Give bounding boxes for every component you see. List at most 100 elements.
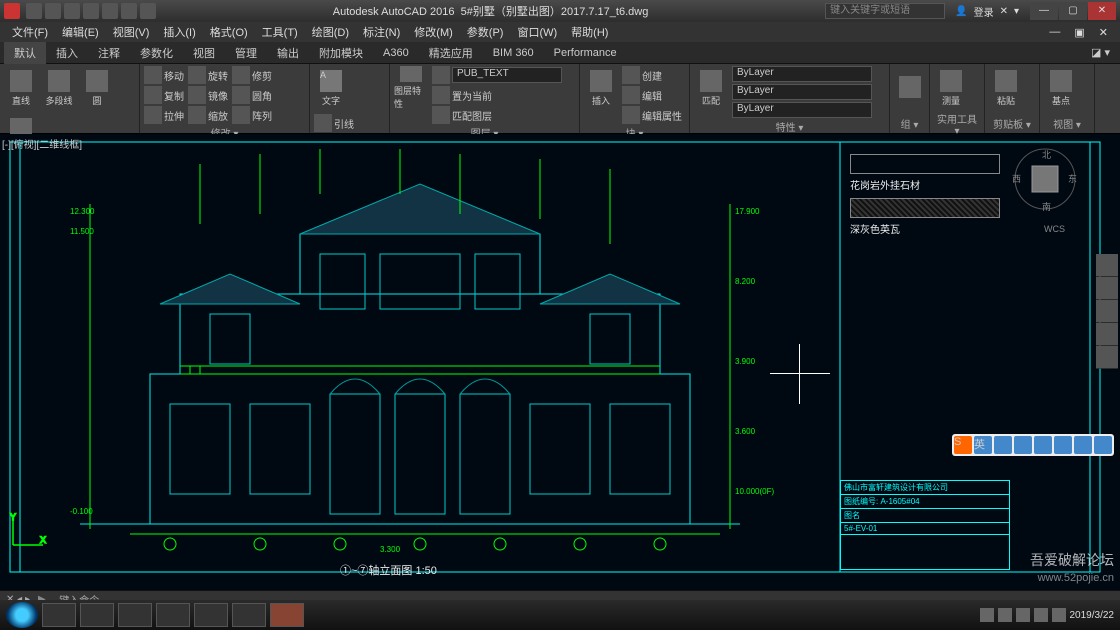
- ime-menu-icon[interactable]: [1094, 436, 1112, 454]
- showmotion-icon[interactable]: [1096, 346, 1118, 368]
- orbit-icon[interactable]: [1096, 323, 1118, 345]
- create-block-button[interactable]: 创建: [622, 66, 682, 84]
- match-props-button[interactable]: 匹配: [694, 66, 728, 110]
- ltype-combo[interactable]: ByLayer: [732, 102, 872, 118]
- zoom-extents-icon[interactable]: [1096, 300, 1118, 322]
- tray-clock[interactable]: 2019/3/22: [1070, 610, 1115, 621]
- dimension-button[interactable]: 引线: [314, 114, 354, 132]
- taskbar-chrome-icon[interactable]: [118, 603, 152, 627]
- taskbar-app2-icon[interactable]: [194, 603, 228, 627]
- tab-manage[interactable]: 管理: [225, 42, 267, 64]
- make-current-icon[interactable]: [432, 86, 450, 104]
- panel-prop-label[interactable]: 特性 ▾: [694, 118, 885, 134]
- tray-network-icon[interactable]: [998, 608, 1012, 622]
- exchange-icon[interactable]: ✕: [1000, 6, 1008, 17]
- taskbar-app1-icon[interactable]: [156, 603, 190, 627]
- fillet-button[interactable]: 圆角: [232, 86, 272, 104]
- circle-button[interactable]: 圆: [80, 66, 114, 110]
- maximize-button[interactable]: ▢: [1059, 2, 1087, 20]
- tray-app-icon[interactable]: [1052, 608, 1066, 622]
- drawing-area[interactable]: [-][俯视][二维线框]: [0, 134, 1120, 590]
- menu-edit[interactable]: 编辑(E): [56, 24, 105, 40]
- group-button[interactable]: [894, 66, 925, 110]
- tab-parametric[interactable]: 参数化: [130, 42, 183, 64]
- insert-block-button[interactable]: 插入: [584, 66, 618, 110]
- panel-util-label[interactable]: 实用工具 ▾: [934, 110, 980, 137]
- menu-dim[interactable]: 标注(N): [357, 24, 406, 40]
- help-search-input[interactable]: 键入关键字或短语: [825, 3, 945, 19]
- edit-attr-button[interactable]: 编辑属性: [622, 106, 682, 124]
- tab-annotate[interactable]: 注释: [88, 42, 130, 64]
- viewport-label[interactable]: [-][俯视][二维线框]: [2, 136, 82, 151]
- make-current-button[interactable]: 置为当前: [452, 88, 492, 103]
- rotate-button[interactable]: 旋转: [188, 66, 228, 84]
- layerstate-icon[interactable]: [432, 66, 450, 84]
- tray-volume-icon[interactable]: [1016, 608, 1030, 622]
- start-button[interactable]: [6, 602, 38, 628]
- tray-shield-icon[interactable]: [1034, 608, 1048, 622]
- trim-button[interactable]: 修剪: [232, 66, 272, 84]
- taskbar-ie-icon[interactable]: [42, 603, 76, 627]
- ime-emoji-icon[interactable]: [1014, 436, 1032, 454]
- tab-insert[interactable]: 插入: [46, 42, 88, 64]
- ime-lang-icon[interactable]: 英: [974, 436, 992, 454]
- open-icon[interactable]: [45, 3, 61, 19]
- menu-modify[interactable]: 修改(M): [408, 24, 459, 40]
- tab-featured[interactable]: 精选应用: [419, 42, 483, 64]
- taskbar-autocad-icon[interactable]: [270, 603, 304, 627]
- mirror-button[interactable]: 镜像: [188, 86, 228, 104]
- app-logo-icon[interactable]: [4, 3, 20, 19]
- new-icon[interactable]: [26, 3, 42, 19]
- menu-param[interactable]: 参数(P): [461, 24, 510, 40]
- move-button[interactable]: 移动: [144, 66, 184, 84]
- tray-flag-icon[interactable]: [980, 608, 994, 622]
- ime-toolbar[interactable]: S 英: [952, 434, 1114, 456]
- steering-wheel-icon[interactable]: [1096, 254, 1118, 276]
- tab-bim360[interactable]: BIM 360: [483, 44, 544, 62]
- tab-performance[interactable]: Performance: [544, 44, 627, 62]
- menu-insert[interactable]: 插入(I): [157, 24, 201, 40]
- doc-close-button[interactable]: ✕: [1093, 26, 1114, 39]
- paste-button[interactable]: 粘贴: [989, 66, 1023, 110]
- ime-mode-icon[interactable]: [994, 436, 1012, 454]
- menu-help[interactable]: 帮助(H): [565, 24, 614, 40]
- match-layer-button[interactable]: 匹配图层: [452, 108, 492, 123]
- layer-combo[interactable]: PUB_TEXT: [452, 67, 562, 83]
- match-layer-icon[interactable]: [432, 106, 450, 124]
- layer-properties-button[interactable]: 图层特性: [394, 66, 428, 110]
- menu-view[interactable]: 视图(V): [107, 24, 156, 40]
- scale-button[interactable]: 缩放: [188, 106, 228, 124]
- ime-voice-icon[interactable]: [1034, 436, 1052, 454]
- undo-icon[interactable]: [121, 3, 137, 19]
- panel-view-label[interactable]: 视图 ▾: [1044, 115, 1090, 131]
- pan-icon[interactable]: [1096, 277, 1118, 299]
- plot-icon[interactable]: [102, 3, 118, 19]
- stretch-button[interactable]: 拉伸: [144, 106, 184, 124]
- taskbar-explorer-icon[interactable]: [80, 603, 114, 627]
- menu-draw[interactable]: 绘图(D): [306, 24, 355, 40]
- line-button[interactable]: 直线: [4, 66, 38, 110]
- tab-view[interactable]: 视图: [183, 42, 225, 64]
- save-icon[interactable]: [64, 3, 80, 19]
- ime-keyboard-icon[interactable]: [1054, 436, 1072, 454]
- view-cube[interactable]: 北 南 西 东: [1010, 144, 1080, 214]
- tab-default[interactable]: 默认: [4, 42, 46, 64]
- tab-a360[interactable]: A360: [373, 44, 419, 62]
- edit-block-button[interactable]: 编辑: [622, 86, 682, 104]
- text-button[interactable]: A文字: [314, 66, 348, 110]
- doc-minimize-button[interactable]: —: [1043, 26, 1066, 39]
- saveas-icon[interactable]: [83, 3, 99, 19]
- copy-button[interactable]: 复制: [144, 86, 184, 104]
- close-button[interactable]: ✕: [1088, 2, 1116, 20]
- ime-logo-icon[interactable]: S: [954, 436, 972, 454]
- lweight-combo[interactable]: ByLayer: [732, 84, 872, 100]
- user-area[interactable]: 👤 登录 ✕ ▾: [955, 4, 1019, 19]
- redo-icon[interactable]: [140, 3, 156, 19]
- ribbon-expand-icon[interactable]: ◪ ▾: [1081, 43, 1120, 62]
- measure-button[interactable]: 测量: [934, 66, 968, 110]
- help-icon[interactable]: ▾: [1014, 6, 1019, 17]
- menu-format[interactable]: 格式(O): [204, 24, 254, 40]
- panel-group-label[interactable]: 组 ▾: [894, 115, 925, 131]
- tab-addins[interactable]: 附加模块: [309, 42, 373, 64]
- ime-skin-icon[interactable]: [1074, 436, 1092, 454]
